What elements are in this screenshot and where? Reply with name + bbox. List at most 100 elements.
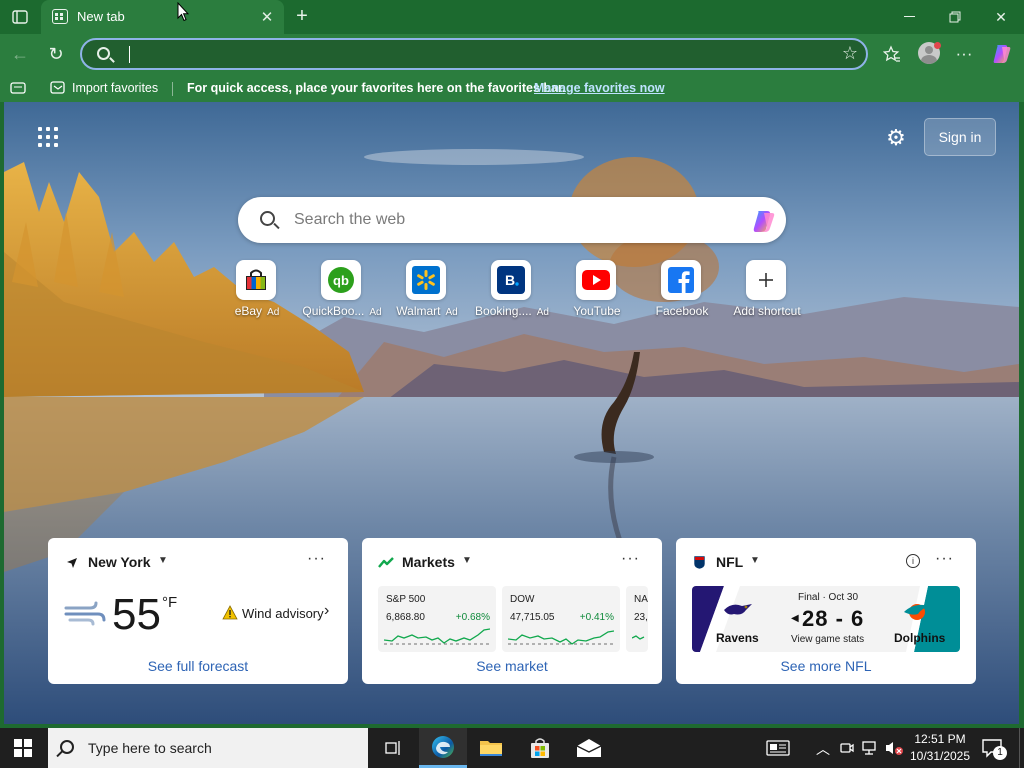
import-favorites-icon[interactable] <box>50 81 66 95</box>
market-tile-sp500[interactable]: S&P 500 6,868.80 +0.68% <box>378 586 496 652</box>
weather-card[interactable]: New York ▼ ··· 55 °F Wind advisory › See… <box>48 538 348 684</box>
address-bar[interactable]: ☆ <box>80 38 868 70</box>
ravens-logo-icon <box>724 604 752 615</box>
market-name: DOW <box>510 594 535 605</box>
app-launcher-icon[interactable] <box>38 127 58 147</box>
back-arrow-icon[interactable]: ← <box>8 43 32 65</box>
tab-new-tab[interactable]: New tab ✕ <box>41 0 284 34</box>
search-icon <box>97 47 110 60</box>
chevron-down-icon[interactable]: ▼ <box>158 555 168 566</box>
shortcut-youtube[interactable]: YouTube <box>554 260 640 322</box>
markets-card[interactable]: Markets ▼ ··· S&P 500 6,868.80 +0.68% DO… <box>362 538 662 684</box>
shortcut-ebay[interactable]: eBay Ad <box>214 260 300 322</box>
winner-indicator-icon: ◀ <box>791 613 799 624</box>
weather-advisory[interactable]: Wind advisory <box>242 606 324 621</box>
add-shortcut-button[interactable]: Add shortcut <box>724 260 810 322</box>
shortcut-quickbooks[interactable]: qb QuickBoo... Ad <box>299 260 385 322</box>
market-tile-dow[interactable]: DOW 47,715.05 +0.41% <box>502 586 620 652</box>
windows-taskbar: Type here to search ︿ 12:51 PM 10/31/202… <box>0 728 1024 768</box>
chevron-right-icon[interactable]: › <box>324 602 329 620</box>
new-tab-plus-icon[interactable]: + <box>290 4 314 28</box>
view-game-stats-link[interactable]: View game stats <box>791 634 864 645</box>
import-favorites-button[interactable]: Import favorites <box>72 81 158 95</box>
sign-in-button[interactable]: Sign in <box>924 118 996 156</box>
notification-count-badge: 1 <box>993 746 1007 760</box>
market-value: 23, <box>634 612 648 623</box>
ad-badge: Ad <box>445 307 458 318</box>
see-more-nfl-link[interactable]: See more NFL <box>676 658 976 674</box>
nfl-game-panel[interactable]: Ravens Final · Oct 30 ◀ 28 - 6 View game… <box>692 586 960 652</box>
close-window-icon[interactable]: ✕ <box>978 0 1024 34</box>
network-icon[interactable] <box>862 740 880 756</box>
microsoft-store-icon[interactable] <box>516 728 564 768</box>
chevron-down-icon[interactable]: ▼ <box>462 555 472 566</box>
game-status: Final · Oct 30 <box>798 592 859 603</box>
market-sparkline <box>632 635 645 640</box>
camera-icon[interactable] <box>840 741 854 755</box>
copilot-icon[interactable] <box>750 207 778 235</box>
market-tile-partial[interactable]: NA 23, <box>626 586 648 652</box>
game-score: 28 - 6 <box>802 606 865 631</box>
more-options-icon[interactable]: ··· <box>307 550 326 568</box>
info-icon[interactable]: i <box>906 554 920 568</box>
search-icon <box>60 740 74 754</box>
nfl-title[interactable]: NFL <box>716 554 743 570</box>
weather-location[interactable]: New York <box>88 554 151 570</box>
task-view-icon[interactable] <box>370 728 418 768</box>
clock-time: 12:51 PM <box>914 732 966 746</box>
youtube-icon <box>582 270 610 290</box>
ad-badge: Ad <box>267 307 280 318</box>
address-input[interactable] <box>128 44 818 64</box>
profile-alert-dot <box>934 42 941 49</box>
refresh-icon[interactable]: ↻ <box>44 43 68 65</box>
page-settings-gear-icon[interactable]: ⚙ <box>884 126 908 150</box>
windows-start-icon[interactable] <box>14 739 32 757</box>
shortcut-label: Facebook <box>655 304 709 318</box>
chevron-down-icon[interactable]: ▼ <box>750 555 760 566</box>
booking-icon: B <box>497 266 525 294</box>
news-widget-icon[interactable] <box>766 740 790 756</box>
copilot-icon[interactable] <box>990 42 1014 66</box>
show-desktop-button[interactable] <box>1019 728 1024 768</box>
market-change: +0.41% <box>579 612 614 623</box>
favorites-hint-text: For quick access, place your favorites h… <box>187 81 566 95</box>
sidebar-toggle-icon[interactable] <box>10 82 26 94</box>
manage-favorites-link[interactable]: Manage favorites now <box>534 81 665 95</box>
taskbar-search-box[interactable]: Type here to search <box>48 728 368 768</box>
shortcut-facebook[interactable]: Facebook <box>639 260 725 322</box>
system-clock[interactable]: 12:51 PM 10/31/2025 <box>900 731 980 765</box>
more-options-icon[interactable]: ··· <box>951 41 977 67</box>
restore-icon[interactable] <box>932 0 978 34</box>
temperature: 55 <box>112 590 161 639</box>
show-hidden-icons-chevron-icon[interactable]: ︿ <box>816 739 830 759</box>
mail-icon[interactable] <box>565 728 613 768</box>
see-full-forecast-link[interactable]: See full forecast <box>48 658 348 674</box>
ebay-bag-icon <box>246 269 266 290</box>
market-name: S&P 500 <box>386 594 426 605</box>
minimize-icon[interactable] <box>886 0 932 34</box>
shortcut-booking[interactable]: B Booking.... Ad <box>469 260 555 322</box>
edge-taskbar-icon[interactable] <box>419 728 467 768</box>
temperature-unit: °F <box>162 594 178 611</box>
walmart-spark-icon <box>412 266 440 294</box>
web-search-box[interactable]: Search the web <box>238 197 786 243</box>
more-options-icon[interactable]: ··· <box>621 550 640 568</box>
text-caret <box>129 46 130 63</box>
new-tab-favicon-icon <box>52 9 68 24</box>
dolphins-logo-icon <box>904 604 930 620</box>
tab-actions-icon[interactable] <box>9 7 31 27</box>
favorites-bar: Import favorites For quick access, place… <box>0 74 1024 102</box>
team-left-name[interactable]: Ravens <box>716 631 759 645</box>
nfl-card[interactable]: NFL ▼ i ··· Ravens Final · Oct 30 ◀ 28 -… <box>676 538 976 684</box>
shortcut-label: eBay <box>234 304 263 318</box>
favorites-icon[interactable] <box>879 41 905 67</box>
file-explorer-icon[interactable] <box>467 728 515 768</box>
shortcut-walmart[interactable]: Walmart Ad <box>384 260 470 322</box>
markets-title[interactable]: Markets <box>402 554 455 570</box>
close-tab-icon[interactable]: ✕ <box>258 8 276 26</box>
shortcut-label: Walmart <box>396 304 441 318</box>
team-right-name[interactable]: Dolphins <box>894 631 945 645</box>
see-market-link[interactable]: See market <box>362 658 662 674</box>
more-options-icon[interactable]: ··· <box>935 550 954 568</box>
add-favorite-star-icon[interactable]: ☆ <box>842 43 858 64</box>
